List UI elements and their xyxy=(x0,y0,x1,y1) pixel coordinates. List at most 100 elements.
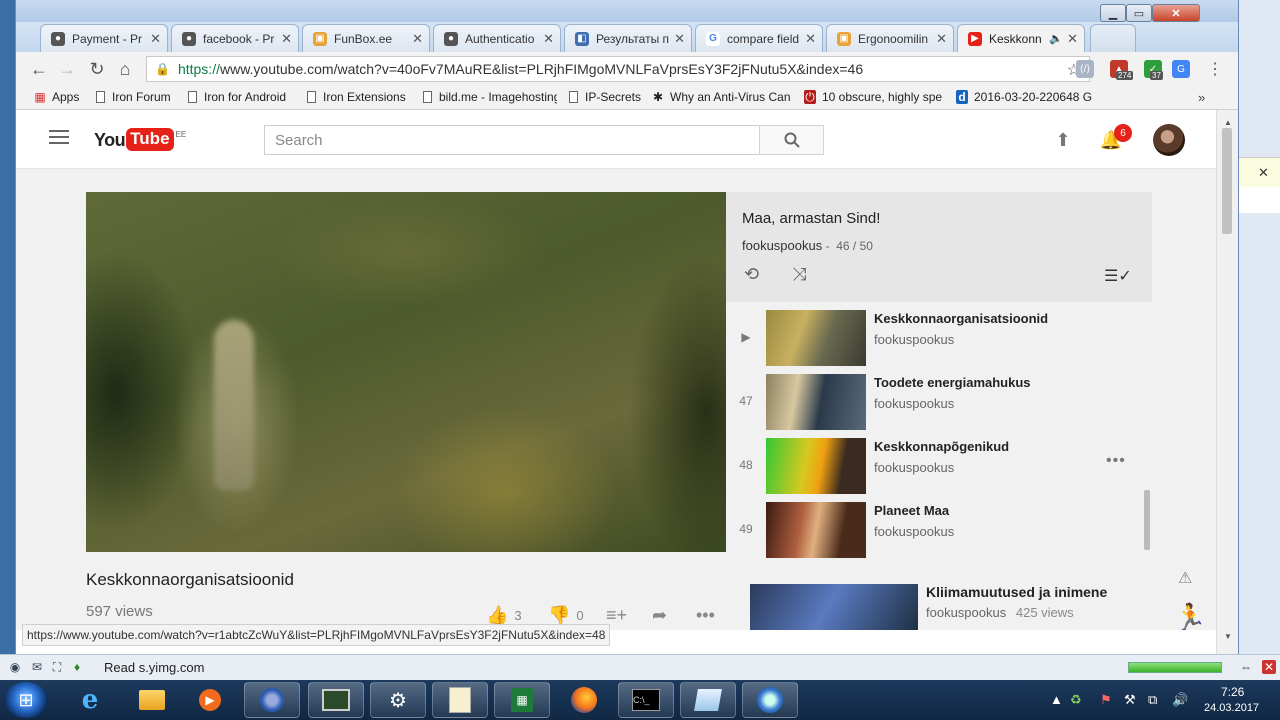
spreadsheet-icon[interactable]: ▦ xyxy=(494,682,550,718)
explorer-icon[interactable] xyxy=(124,682,180,718)
bookmark-iron-extensions[interactable]: Iron Extensions xyxy=(305,90,417,104)
clock-time[interactable]: 7:26 xyxy=(1221,685,1244,699)
network-tray-icon[interactable]: ⧉ xyxy=(1148,692,1157,708)
playlist-title[interactable]: Maa, armastan Sind! xyxy=(742,210,880,227)
playlist-scrollbar[interactable] xyxy=(1144,490,1150,550)
address-bar[interactable]: 🔒 https://www.youtube.com/watch?v=40oFv7… xyxy=(146,56,1090,82)
thumbs-up-icon: 👍 xyxy=(486,605,509,625)
like-button[interactable]: 👍 3 xyxy=(486,605,522,626)
upload-icon[interactable]: ⬆ xyxy=(1053,130,1073,150)
tab-facebook[interactable]: ● facebook - Pr ✕ xyxy=(171,24,299,52)
speaker-icon[interactable]: 🔈 xyxy=(1049,32,1063,45)
new-tab-button[interactable] xyxy=(1090,24,1136,52)
home-icon[interactable]: ⌂ xyxy=(114,59,136,79)
bookmark-iron-android[interactable]: Iron for Android xyxy=(186,90,306,104)
restore-button[interactable]: ▭ xyxy=(1126,4,1152,22)
command-prompt-icon[interactable]: C:\_ xyxy=(618,682,674,718)
close-icon[interactable]: ✕ xyxy=(936,31,947,47)
notepad-app-icon[interactable] xyxy=(432,682,488,718)
tray-tool-icon[interactable]: ⚒ xyxy=(1124,692,1136,708)
save-playlist-icon[interactable]: ☰✓ xyxy=(1104,266,1132,286)
clock-date[interactable]: 24.03.2017 xyxy=(1204,702,1259,714)
page-scrollbar[interactable]: ▲ ▼ xyxy=(1216,110,1238,654)
playlist-item[interactable]: 47 Toodete energiamahukus fookuspookus xyxy=(726,372,1152,434)
close-icon[interactable]: ✕ xyxy=(1067,31,1078,47)
tab-payment[interactable]: ● Payment - Pr ✕ xyxy=(40,24,168,52)
tab-youtube-active[interactable]: ▶ Keskkonn 🔈 ✕ xyxy=(957,24,1085,52)
close-icon[interactable]: ✕ xyxy=(412,31,423,47)
bookmark-anti-virus[interactable]: ✱ Why an Anti-Virus Can xyxy=(652,90,792,104)
video-thumbnail[interactable] xyxy=(750,584,918,630)
feedback-icon[interactable]: ⚠ xyxy=(1178,568,1192,588)
shuffle-icon[interactable]: ⤨ xyxy=(792,264,806,285)
share-button[interactable]: ➦ xyxy=(652,605,673,626)
forward-arrow-icon[interactable]: → xyxy=(56,59,78,79)
tab-results[interactable]: ◧ Результаты п ✕ xyxy=(564,24,692,52)
media-player-icon[interactable]: ▶ xyxy=(182,682,238,718)
exit-icon[interactable]: 🏃 xyxy=(1174,602,1206,630)
tab-ergonoomilin[interactable]: ▣ Ergonoomilin ✕ xyxy=(826,24,954,52)
monitor-app-icon[interactable] xyxy=(308,682,364,718)
close-icon[interactable]: ✕ xyxy=(543,31,554,47)
dislike-button[interactable]: 👎 0 xyxy=(548,605,584,626)
loop-icon[interactable]: ⟲ xyxy=(744,264,759,285)
notes-app-icon[interactable] xyxy=(680,682,736,718)
add-to-playlist-button[interactable]: ≡+ xyxy=(606,605,633,626)
tab-authentication[interactable]: ● Authenticatio ✕ xyxy=(433,24,561,52)
search-button[interactable] xyxy=(759,125,824,155)
show-hidden-icons-icon[interactable]: ▲ xyxy=(1050,692,1063,707)
playlist-item[interactable]: 49 Planeet Maa fookuspookus xyxy=(726,500,1152,562)
scroll-thumb[interactable] xyxy=(1222,128,1232,234)
close-icon[interactable]: ✕ xyxy=(281,31,292,47)
tab-label: FunBox.ee xyxy=(334,31,393,46)
check-icon[interactable]: ✓ 37 xyxy=(1144,60,1163,80)
search-input[interactable]: Search xyxy=(264,125,760,155)
tray-app-icon[interactable]: ♻ xyxy=(1070,692,1082,708)
scroll-down-icon[interactable]: ▼ xyxy=(1224,632,1232,641)
bookmark-obscure[interactable]: ⏻ 10 obscure, highly spe xyxy=(804,90,944,104)
video-thumbnail[interactable] xyxy=(766,374,866,430)
more-bookmarks-icon[interactable]: » xyxy=(1198,90,1205,105)
translate-icon[interactable]: G xyxy=(1172,60,1190,78)
video-thumbnail[interactable] xyxy=(766,438,866,494)
stop-icon[interactable]: ✕ xyxy=(1262,660,1276,674)
bookmark-ip-secrets[interactable]: IP-Secrets xyxy=(567,90,645,104)
bookmark-bild-me[interactable]: bild.me - Imagehosting xyxy=(421,90,557,104)
video-player[interactable] xyxy=(86,192,726,552)
avatar[interactable] xyxy=(1153,124,1185,156)
volume-icon[interactable]: 🔊 xyxy=(1172,692,1188,708)
scroll-up-icon[interactable]: ▲ xyxy=(1224,118,1232,127)
flag-icon[interactable]: ⚑ xyxy=(1100,692,1112,708)
ext-red-icon[interactable]: ▲ 274 xyxy=(1110,60,1134,80)
back-arrow-icon[interactable]: ← xyxy=(28,59,50,79)
hamburger-menu-icon[interactable] xyxy=(49,130,69,146)
close-button[interactable]: ✕ xyxy=(1152,4,1200,22)
recommended-video[interactable]: Kliimamuutused ja inimene fookuspookus 4… xyxy=(750,584,1170,630)
close-icon[interactable]: ✕ xyxy=(1258,165,1269,181)
close-icon[interactable]: ✕ xyxy=(150,31,161,47)
more-actions-button[interactable]: ••• xyxy=(696,605,721,626)
video-thumbnail[interactable] xyxy=(766,502,866,558)
video-thumbnail[interactable] xyxy=(766,310,866,366)
playlist-item[interactable]: ▶ Keskkonnaorganisatsioonid fookuspookus xyxy=(726,308,1152,370)
browser-window-icon[interactable] xyxy=(742,682,798,718)
more-options-icon[interactable]: ••• xyxy=(1106,452,1126,470)
firefox-icon[interactable] xyxy=(556,682,612,718)
bookmark-2016[interactable]: d 2016-03-20-220648 G xyxy=(956,90,1096,104)
reload-icon[interactable]: ↻ xyxy=(86,59,108,79)
code-icon[interactable]: ⟨/⟩ xyxy=(1076,60,1094,78)
tab-google[interactable]: G compare field ✕ xyxy=(695,24,823,52)
bookmark-apps[interactable]: ▦ Apps xyxy=(34,90,94,104)
settings-gear-icon[interactable]: ⚙ xyxy=(370,682,426,718)
minimize-button[interactable]: ▁ xyxy=(1100,4,1126,22)
playlist-owner[interactable]: fookuspookus xyxy=(742,238,822,253)
tab-funbox[interactable]: ▣ FunBox.ee ✕ xyxy=(302,24,430,52)
start-button[interactable]: ⊞ xyxy=(4,682,48,718)
close-icon[interactable]: ✕ xyxy=(674,31,685,47)
ie-icon[interactable]: e xyxy=(62,682,118,718)
iron-browser-icon[interactable] xyxy=(244,682,300,718)
close-icon[interactable]: ✕ xyxy=(805,31,816,47)
playlist-item[interactable]: 48 Keskkonnapõgenikud fookuspookus ••• xyxy=(726,436,1152,498)
youtube-logo[interactable]: You Tube EE xyxy=(94,128,186,151)
menu-dots-icon[interactable]: ⋮ xyxy=(1204,59,1226,79)
